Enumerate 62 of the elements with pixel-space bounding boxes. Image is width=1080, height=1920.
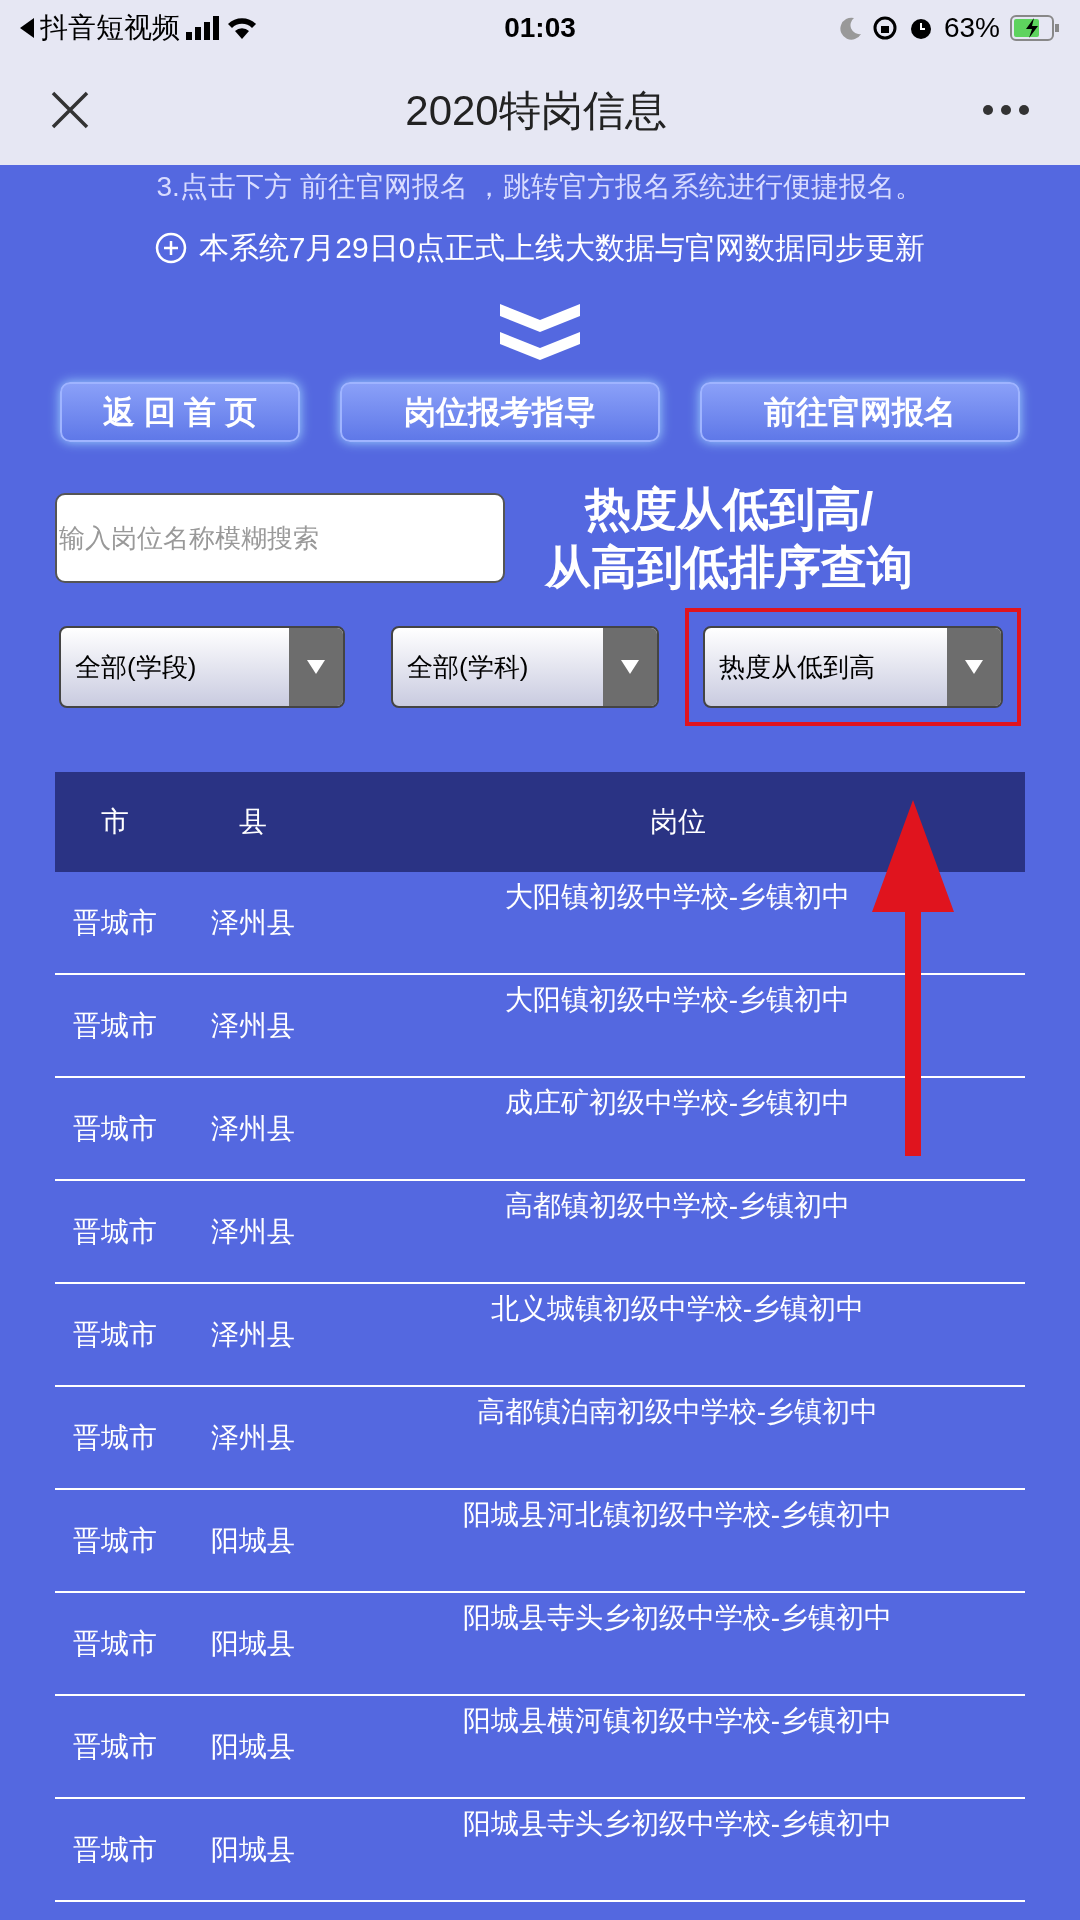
close-icon[interactable]	[50, 90, 90, 130]
table-cell-text: 阳城县	[209, 1729, 296, 1764]
back-app-label[interactable]: 抖音短视频	[40, 6, 180, 49]
plus-circle-icon[interactable]	[154, 231, 187, 264]
table-cell-text: 成庄矿初级中学校-乡镇初中	[503, 1086, 852, 1120]
table-cell-text: 高都镇初级中学校-乡镇初中	[503, 1189, 852, 1223]
filter-value: 热度从低到高	[718, 650, 876, 684]
column-header: 岗位	[648, 805, 707, 839]
table-cell-text: 阳城县横河镇初级中学校-乡镇初中	[461, 1704, 894, 1738]
caret-icon	[621, 660, 639, 674]
table-cell-text: 晋城市	[72, 1420, 158, 1455]
table-cell-text: 晋城市	[72, 1626, 158, 1661]
table-cell-text: 晋城市	[72, 905, 158, 940]
table-cell-text: 泽州县	[209, 1317, 296, 1352]
battery-percent: 63%	[943, 10, 1000, 45]
signal-icon	[186, 15, 220, 40]
table-cell-text: 晋城市	[72, 1523, 158, 1558]
notice-text: 3.点击下方 前往官网报名 ，跳转官方报名系统进行便捷报名。	[156, 170, 924, 204]
table-cell-text: 阳城县	[209, 1832, 296, 1867]
column-header: 县	[237, 805, 268, 839]
filter-value: 全部(学段)	[74, 650, 198, 684]
table-cell-text: 阳城县	[209, 1626, 296, 1661]
filter-dropdown[interactable]: 热度从低到高	[703, 626, 1003, 708]
table-cell-text: 晋城市	[72, 1317, 158, 1352]
table-cell-text: 晋城市	[72, 1729, 158, 1764]
notice-text: 本系统7月29日0点正式上线大数据与官网数据同步更新	[198, 230, 926, 266]
table-cell-text: 泽州县	[209, 1420, 296, 1455]
table-cell-text: 高都镇泊南初级中学校-乡镇初中	[475, 1395, 880, 1429]
table-cell-text: 阳城县河北镇初级中学校-乡镇初中	[461, 1498, 894, 1532]
table-cell-text: 晋城市	[72, 1111, 158, 1146]
back-triangle-icon[interactable]	[20, 17, 34, 38]
caret-icon	[307, 660, 325, 674]
dropdown-arrow-button[interactable]	[603, 628, 657, 706]
more-icon[interactable]	[982, 104, 1030, 116]
filter-value: 全部(学科)	[406, 650, 530, 684]
wifi-icon	[226, 15, 258, 40]
filter-dropdown[interactable]: 全部(学段)	[59, 626, 345, 708]
annotation-caption: 从高到低排序查询	[545, 540, 913, 595]
table-cell-text: 晋城市	[72, 1008, 158, 1043]
table-cell-text: 大阳镇初级中学校-乡镇初中	[503, 983, 852, 1017]
table-cell-text: 泽州县	[209, 1111, 296, 1146]
dropdown-arrow-button[interactable]	[947, 628, 1001, 706]
table-cell-text: 泽州县	[209, 905, 296, 940]
moon-icon	[839, 15, 862, 40]
table-cell-text: 北义城镇初级中学校-乡镇初中	[489, 1292, 866, 1326]
table-cell-text: 晋城市	[72, 1832, 158, 1867]
table-cell-text: 阳城县寺头乡初级中学校-乡镇初中	[461, 1601, 894, 1635]
annotation-caption: 热度从低到高/	[584, 482, 874, 537]
caret-icon	[965, 660, 983, 674]
table-cell-text: 阳城县	[209, 1523, 296, 1558]
battery-charging-icon	[1010, 14, 1060, 41]
table-cell-text: 晋城市	[72, 1214, 158, 1249]
table-cell-text: 泽州县	[209, 1214, 296, 1249]
page-title: 2020特岗信息	[404, 85, 668, 136]
clock-time: 01:03	[503, 10, 577, 45]
table-cell-text: 阳城县寺头乡初级中学校-乡镇初中	[461, 1807, 894, 1841]
dropdown-arrow-button[interactable]	[289, 628, 343, 706]
search-field[interactable]: 输入岗位名称模糊搜索	[55, 493, 505, 583]
filter-dropdown[interactable]: 全部(学科)	[391, 626, 659, 708]
column-header: 市	[100, 805, 130, 839]
table-cell-text: 泽州县	[209, 1008, 296, 1043]
table-cell-text: 大阳镇初级中学校-乡镇初中	[503, 880, 852, 914]
